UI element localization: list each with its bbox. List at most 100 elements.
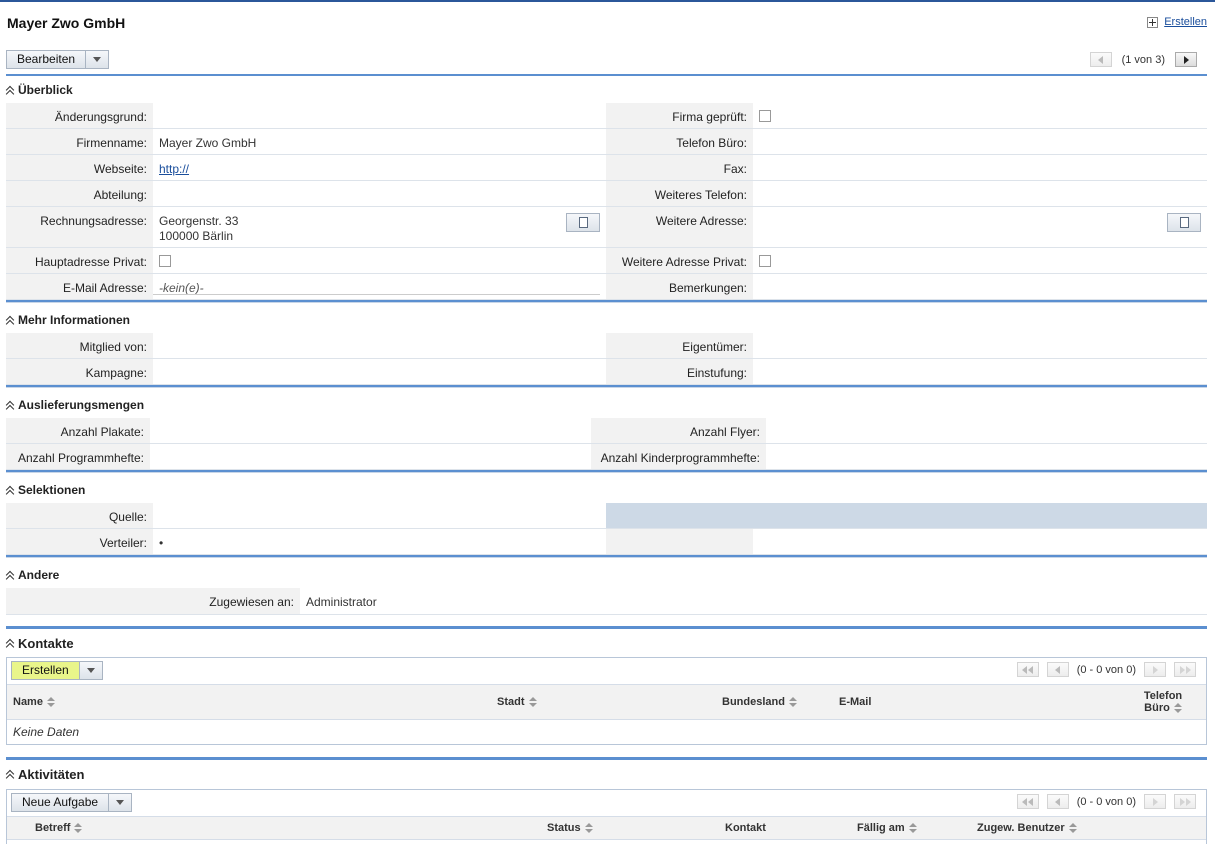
other-address-private-value [753, 248, 1207, 273]
column-header-contact[interactable]: Kontakt [719, 822, 851, 834]
column-header-due-date[interactable]: Fällig am [851, 822, 971, 834]
form-row: E-Mail Adresse: -kein(e)- Bemerkungen: [6, 274, 1207, 300]
form-row: Hauptadresse Privat: Weitere Adresse Pri… [6, 248, 1207, 274]
arrow-right-icon [1152, 665, 1158, 674]
selections-title: Selektionen [18, 483, 86, 497]
new-task-button[interactable]: Neue Aufgabe [11, 793, 133, 812]
form-row: Zugewiesen an: Administrator [6, 588, 1207, 615]
edit-button[interactable]: Bearbeiten [6, 50, 110, 69]
create-link-label[interactable]: Erstellen [1164, 16, 1207, 28]
source-value[interactable] [153, 503, 606, 528]
selections-header[interactable]: Selektionen [6, 477, 1207, 503]
distributor-value[interactable]: • [153, 529, 606, 554]
email-value[interactable]: -kein(e)- [153, 274, 606, 299]
sort-icon [788, 697, 797, 707]
edit-dropdown-toggle[interactable] [86, 51, 108, 68]
remarks-value[interactable] [753, 274, 1207, 299]
selections-section: Selektionen Quelle: Verteiler: • [6, 477, 1207, 558]
column-header-assigned-user[interactable]: Zugew. Benutzer [971, 822, 1171, 834]
company-verified-checkbox[interactable] [759, 110, 771, 123]
prev-page-button[interactable] [1046, 794, 1069, 809]
column-header-subject[interactable]: Betreff [7, 822, 541, 834]
sort-icon [908, 823, 917, 833]
field-label: Fax: [606, 155, 753, 180]
copy-address-button[interactable] [566, 213, 600, 232]
department-value[interactable] [153, 181, 606, 206]
column-header-state[interactable]: Bundesland [716, 696, 833, 708]
copy-icon [575, 215, 588, 228]
form-row: Firmenname: Mayer Zwo GmbH Telefon Büro: [6, 129, 1207, 155]
sort-icon [1173, 703, 1182, 713]
rating-value[interactable] [753, 359, 1207, 384]
next-page-button[interactable] [1144, 794, 1166, 809]
column-header-email[interactable]: E-Mail [833, 696, 1133, 708]
arrow-right-icon [1183, 55, 1189, 64]
activities-title: Aktivitäten [18, 766, 85, 782]
edit-button-label[interactable]: Bearbeiten [7, 51, 87, 68]
member-of-value[interactable] [153, 333, 606, 358]
owner-value[interactable] [753, 333, 1207, 358]
flyers-count-value[interactable] [766, 418, 1207, 443]
billing-city: 100000 Bärlin [159, 229, 234, 243]
column-header-phone[interactable]: Telefon Büro [1133, 690, 1193, 714]
company-name-value[interactable]: Mayer Zwo GmbH [153, 129, 606, 154]
new-task-label[interactable]: Neue Aufgabe [12, 794, 110, 811]
form-row: Verteiler: • [6, 529, 1207, 555]
activities-pager: (0 - 0 von 0) [1016, 794, 1196, 809]
main-address-private-value [153, 248, 606, 273]
other-phone-value[interactable] [753, 181, 1207, 206]
field-label: Rechnungsadresse: [6, 207, 153, 247]
new-task-dropdown[interactable] [109, 794, 131, 811]
first-page-button[interactable] [1016, 662, 1039, 677]
assigned-to-value[interactable]: Administrator [300, 588, 1207, 614]
copy-address-button[interactable] [1167, 213, 1201, 232]
delivery-header[interactable]: Auslieferungsmengen [6, 392, 1207, 418]
column-header-status[interactable]: Status [541, 822, 719, 834]
next-page-button[interactable] [1144, 662, 1166, 677]
column-header-name[interactable]: Name [7, 696, 491, 708]
website-link[interactable]: http:// [159, 162, 189, 176]
prev-page-button[interactable] [1046, 662, 1069, 677]
sort-icon [528, 697, 537, 707]
activities-header[interactable]: Aktivitäten [6, 760, 1207, 788]
last-page-button[interactable] [1174, 794, 1196, 809]
kids-programs-count-value[interactable] [766, 444, 1207, 469]
last-page-button[interactable] [1174, 662, 1196, 677]
field-label: Mitglied von: [6, 333, 153, 358]
copy-icon [1176, 215, 1189, 228]
contacts-header[interactable]: Kontakte [6, 629, 1207, 657]
programs-count-value[interactable] [150, 444, 591, 469]
create-contact-button[interactable]: Erstellen [11, 661, 103, 680]
company-verified-value [753, 103, 1207, 128]
overview-header[interactable]: Überblick [6, 77, 1207, 103]
campaign-value[interactable] [153, 359, 606, 384]
more-info-header[interactable]: Mehr Informationen [6, 307, 1207, 333]
other-header[interactable]: Andere [6, 562, 1207, 588]
other-address-private-checkbox[interactable] [759, 255, 771, 268]
change-reason-value[interactable] [153, 103, 606, 128]
form-row: Änderungsgrund: Firma geprüft: [6, 103, 1207, 129]
top-create-link[interactable]: Erstellen [1147, 16, 1207, 28]
collapse-icon [6, 639, 15, 648]
column-header-city[interactable]: Stadt [491, 696, 716, 708]
create-contact-label[interactable]: Erstellen [12, 662, 80, 679]
form-row: Abteilung: Weiteres Telefon: [6, 181, 1207, 207]
arrow-left-icon [1055, 665, 1061, 674]
chevron-down-icon [116, 800, 125, 805]
field-label: Einstufung: [606, 359, 753, 384]
arrow-left-icon [1055, 797, 1061, 806]
distributor-spacer [606, 529, 753, 554]
next-record-button[interactable] [1175, 52, 1197, 67]
first-page-button[interactable] [1016, 794, 1039, 809]
main-address-private-checkbox[interactable] [159, 255, 171, 268]
office-phone-value[interactable] [753, 129, 1207, 154]
record-pager: (1 von 3) [1089, 52, 1197, 67]
section-divider [6, 385, 1207, 388]
fax-value[interactable] [753, 155, 1207, 180]
source-selection-area [606, 503, 1207, 528]
form-row: Anzahl Programmhefte: Anzahl Kinderprogr… [6, 444, 1207, 470]
more-info-title: Mehr Informationen [18, 313, 131, 327]
prev-record-button[interactable] [1089, 52, 1112, 67]
create-contact-dropdown[interactable] [80, 662, 102, 679]
posters-count-value[interactable] [150, 418, 591, 443]
